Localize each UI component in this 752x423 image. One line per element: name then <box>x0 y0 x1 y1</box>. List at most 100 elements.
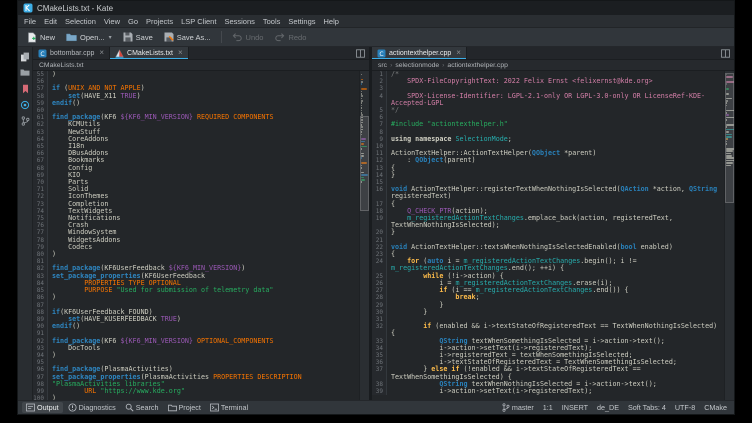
menu-sessions[interactable]: Sessions <box>220 15 258 28</box>
encoding[interactable]: UTF-8 <box>675 403 695 412</box>
svg-text:C: C <box>379 50 383 57</box>
save-button[interactable]: Save <box>118 30 158 44</box>
new-button[interactable]: New <box>22 30 60 45</box>
panel-output-button[interactable]: Output <box>22 402 63 413</box>
git-branch-button[interactable]: master <box>502 403 534 412</box>
save-as-button[interactable]: Save As... <box>159 30 216 44</box>
cursor-position[interactable]: 1:1 <box>543 403 553 412</box>
line-number: 23 <box>372 251 387 258</box>
code-line: 19 m_registeredActionTextChanges.emplace… <box>372 215 724 229</box>
panel-diagnostics-button[interactable]: Diagnostics <box>64 402 120 413</box>
symbols-button[interactable] <box>20 99 31 110</box>
panel-search-button[interactable]: Search <box>121 402 163 413</box>
line-number: 58 <box>33 93 48 100</box>
right-minimap-scrollbar[interactable] <box>724 71 734 400</box>
new-document-icon <box>27 32 37 43</box>
documents-button[interactable] <box>20 51 31 62</box>
right-tabs: Cactiontexthelper.cpp× <box>372 47 467 59</box>
breadcrumb-item[interactable]: CMakeLists.txt <box>39 62 84 69</box>
tab-bottombar-cpp[interactable]: Cbottombar.cpp× <box>33 47 110 59</box>
line-number: 69 <box>33 172 48 179</box>
line-number: 15 <box>372 179 387 186</box>
line-number: 63 <box>33 129 48 136</box>
input-mode[interactable]: INSERT <box>562 403 588 412</box>
redo-icon <box>274 32 285 42</box>
close-tab-icon[interactable]: × <box>99 49 104 57</box>
toolbar: NewOpen...▾SaveSave As... Undo Redo <box>18 28 734 47</box>
save-as-icon <box>164 32 174 42</box>
undo-button[interactable]: Undo <box>227 30 269 44</box>
line-number: 2 <box>372 78 387 85</box>
line-number: 95 <box>33 359 48 366</box>
git-branch-label: master <box>512 403 534 412</box>
line-number: 25 <box>372 273 387 280</box>
menu-edit[interactable]: Edit <box>40 15 61 28</box>
menu-settings[interactable]: Settings <box>284 15 319 28</box>
line-number: 60 <box>33 107 48 114</box>
line-number: 9 <box>372 136 387 143</box>
line-number: 17 <box>372 201 387 208</box>
panel-project-button[interactable]: Project <box>164 402 205 413</box>
tab-mode[interactable]: Soft Tabs: 4 <box>628 403 666 412</box>
menu-selection[interactable]: Selection <box>61 15 100 28</box>
line-number: 24 <box>372 258 387 272</box>
menu-lsp-client[interactable]: LSP Client <box>177 15 220 28</box>
menu-view[interactable]: View <box>100 15 124 28</box>
code-line: 12 : QObject(parent) <box>372 157 724 164</box>
split-view-icon[interactable] <box>721 49 730 58</box>
minimap-viewport[interactable] <box>360 116 369 211</box>
line-number: 19 <box>372 215 387 229</box>
symbols-icon <box>20 100 30 110</box>
line-number: 78 <box>33 237 48 244</box>
line-number: 87 <box>33 302 48 309</box>
line-number: 82 <box>33 265 48 272</box>
redo-button[interactable]: Redo <box>269 30 311 44</box>
breadcrumb-item[interactable]: actiontexthelper.cpp <box>447 62 507 69</box>
code-line: 94) <box>33 352 359 359</box>
code-line: 68 Config <box>33 165 359 172</box>
right-editor[interactable]: 1/*2 SPDX-FileCopyrightText: 2022 Felix … <box>372 71 724 400</box>
tab-actiontexthelper-cpp[interactable]: Cactiontexthelper.cpp× <box>372 47 467 59</box>
menu-help[interactable]: Help <box>320 15 343 28</box>
project-icon <box>168 404 177 412</box>
dictionary[interactable]: de_DE <box>597 403 619 412</box>
code-line: 5*/ <box>372 107 724 114</box>
title-bar[interactable]: CMakeLists.txt - Kate <box>18 1 734 15</box>
open-button[interactable]: Open...▾ <box>61 30 117 44</box>
left-minimap-scrollbar[interactable] <box>359 71 369 400</box>
line-number: 86 <box>33 294 48 301</box>
menu-projects[interactable]: Projects <box>142 15 177 28</box>
menu-bar: FileEditSelectionViewGoProjectsLSP Clien… <box>18 15 734 28</box>
code-line: 32 if (enabled && i->textStateOfRegister… <box>372 323 724 337</box>
filesystem-browser-button[interactable] <box>20 67 31 78</box>
right-breadcrumb: src›selectionmode›actiontexthelper.cpp <box>372 60 734 71</box>
tab-cmakelists-txt[interactable]: CMakeLists.txt× <box>110 47 189 59</box>
undo-label: Undo <box>246 33 264 42</box>
close-tab-icon[interactable]: × <box>178 49 183 57</box>
line-number: 7 <box>372 121 387 128</box>
window-title: CMakeLists.txt - Kate <box>37 4 113 13</box>
line-number: 85 <box>33 287 48 294</box>
code-line: 90endif() <box>33 323 359 330</box>
panel-terminal-button[interactable]: Terminal <box>206 402 252 413</box>
menu-tools[interactable]: Tools <box>259 15 285 28</box>
tab-label: bottombar.cpp <box>50 50 94 57</box>
left-pane: Cbottombar.cpp×CMakeLists.txt× CMakeList… <box>33 47 369 400</box>
line-number: 57 <box>33 85 48 92</box>
line-number: 99 <box>33 388 48 395</box>
git-button[interactable] <box>20 115 31 126</box>
bookmarks-button[interactable] <box>20 83 31 94</box>
breadcrumb-item[interactable]: selectionmode <box>395 62 439 69</box>
syntax-mode[interactable]: CMake <box>704 403 727 412</box>
menu-file[interactable]: File <box>20 15 40 28</box>
left-editor[interactable]: 55)56 57if (UNIX AND NOT APPLE)58 set(HA… <box>33 71 359 400</box>
close-tab-icon[interactable]: × <box>456 49 461 57</box>
code-line: 20} <box>372 229 724 236</box>
menu-go[interactable]: Go <box>124 15 142 28</box>
breadcrumb-item[interactable]: src <box>378 62 387 69</box>
breadcrumb-separator: › <box>442 62 444 69</box>
filesystem-browser-icon <box>20 68 30 77</box>
minimap-viewport[interactable] <box>725 73 734 203</box>
split-view-icon[interactable] <box>356 49 365 58</box>
line-number: 84 <box>33 280 48 287</box>
